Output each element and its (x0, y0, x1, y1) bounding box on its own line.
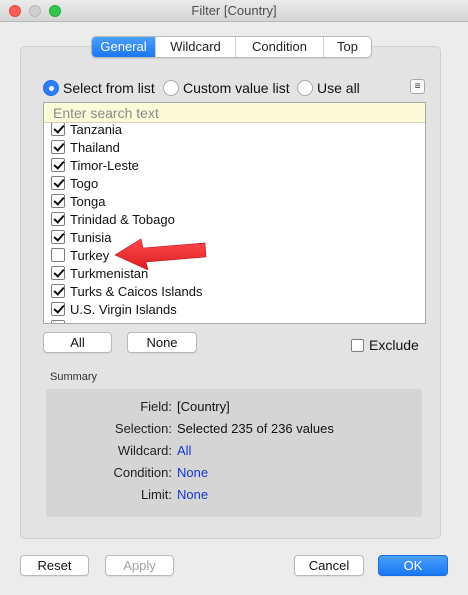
tab-condition[interactable]: Condition (236, 37, 324, 57)
list-item-label: Turkey (70, 247, 110, 263)
list-item-label: Togo (70, 175, 99, 191)
checkbox[interactable] (51, 158, 65, 172)
list-item-tanzania[interactable]: Tanzania (51, 123, 122, 138)
checkbox[interactable] (51, 230, 65, 244)
value-list[interactable]: Enter search text Tanzania Thailand Timo… (43, 102, 426, 324)
tab-bar: General Wildcard Condition Top (91, 36, 372, 58)
value-list-rows: Tanzania Thailand Timor-Leste Togo Tonga… (44, 123, 425, 323)
list-item-label: U.S. Virgin Islands (70, 301, 177, 317)
summary-value: [Country] (177, 399, 230, 414)
tab-top[interactable]: Top (324, 37, 371, 57)
checkbox[interactable] (51, 284, 65, 298)
checkbox[interactable] (51, 248, 65, 262)
summary-wildcard-link[interactable]: All (177, 443, 191, 458)
list-item-label: Turks & Caicos Islands (70, 283, 203, 299)
radio-button[interactable] (297, 80, 313, 96)
summary-key: Wildcard: (117, 443, 172, 458)
list-item-timor-leste[interactable]: Timor-Leste (51, 156, 139, 174)
exclude-checkbox[interactable]: Exclude (351, 337, 419, 353)
summary-selection-row: Selection: Selected 235 of 236 values (46, 421, 422, 439)
tab-wildcard[interactable]: Wildcard (156, 37, 236, 57)
list-item-trinidad-tobago[interactable]: Trinidad & Tobago (51, 210, 175, 228)
search-input[interactable]: Enter search text (44, 103, 425, 123)
checkbox[interactable] (51, 320, 65, 323)
list-item-label: Tunisia (70, 229, 112, 245)
checkbox[interactable] (51, 302, 65, 316)
checkbox[interactable] (51, 194, 65, 208)
summary-key: Field: (140, 399, 172, 414)
summary-key: Selection: (114, 421, 172, 436)
list-item-label: Tanzania (70, 123, 123, 137)
list-item-label: Trinidad & Tobago (70, 211, 175, 227)
title-bar: Filter [Country] (0, 0, 468, 22)
summary-value: Selected 235 of 236 values (177, 421, 334, 436)
list-item-togo[interactable]: Togo (51, 174, 98, 192)
select-none-button[interactable]: None (127, 332, 197, 353)
summary-wildcard-row: Wildcard: All (46, 443, 422, 461)
list-item-us-virgin-islands[interactable]: U.S. Virgin Islands (51, 300, 177, 318)
checkbox[interactable] (51, 266, 65, 280)
list-menu-icon[interactable]: ≡ (410, 79, 425, 94)
list-item-label: Tonga (70, 193, 106, 209)
checkbox[interactable] (51, 176, 65, 190)
summary-field-row: Field: [Country] (46, 399, 422, 417)
checkbox[interactable] (51, 123, 65, 136)
list-item-label: Thailand (70, 139, 120, 155)
apply-button[interactable]: Apply (105, 555, 174, 576)
window-title: Filter [Country] (191, 3, 277, 18)
summary-condition-link[interactable]: None (177, 465, 208, 480)
checkbox[interactable] (351, 338, 364, 352)
radio-label: Select from list (63, 80, 155, 96)
annotation-arrow-icon (114, 238, 207, 270)
summary-condition-row: Condition: None (46, 465, 422, 483)
summary-box: Field: [Country] Selection: Selected 235… (46, 389, 422, 517)
select-all-button[interactable]: All (43, 332, 112, 353)
list-item-label: Timor-Leste (70, 157, 139, 173)
ok-button[interactable]: OK (378, 555, 448, 576)
radio-label: Custom value list (183, 80, 290, 96)
list-item-tunisia[interactable]: Tunisia (51, 228, 111, 246)
list-item-turks-caicos[interactable]: Turks & Caicos Islands (51, 282, 202, 300)
radio-button-selected[interactable] (43, 80, 59, 96)
exclude-label: Exclude (369, 337, 419, 353)
list-item-partial[interactable] (51, 318, 70, 323)
reset-button[interactable]: Reset (20, 555, 89, 576)
summary-limit-link[interactable]: None (177, 487, 208, 502)
tab-general[interactable]: General (92, 37, 156, 57)
list-item-turkey[interactable]: Turkey (51, 246, 109, 264)
radio-custom-value-list[interactable]: Custom value list (163, 79, 290, 97)
summary-key: Limit: (140, 487, 172, 502)
list-item-tonga[interactable]: Tonga (51, 192, 105, 210)
checkbox[interactable] (51, 212, 65, 226)
checkbox[interactable] (51, 140, 65, 154)
list-item-thailand[interactable]: Thailand (51, 138, 120, 156)
summary-heading: Summary (50, 371, 98, 383)
summary-limit-row: Limit: None (46, 487, 422, 505)
summary-key: Condition: (113, 465, 172, 480)
radio-label: Use all (317, 80, 360, 96)
radio-use-all[interactable]: Use all (297, 79, 360, 97)
radio-select-from-list[interactable]: Select from list (43, 79, 155, 97)
cancel-button[interactable]: Cancel (294, 555, 364, 576)
radio-button[interactable] (163, 80, 179, 96)
